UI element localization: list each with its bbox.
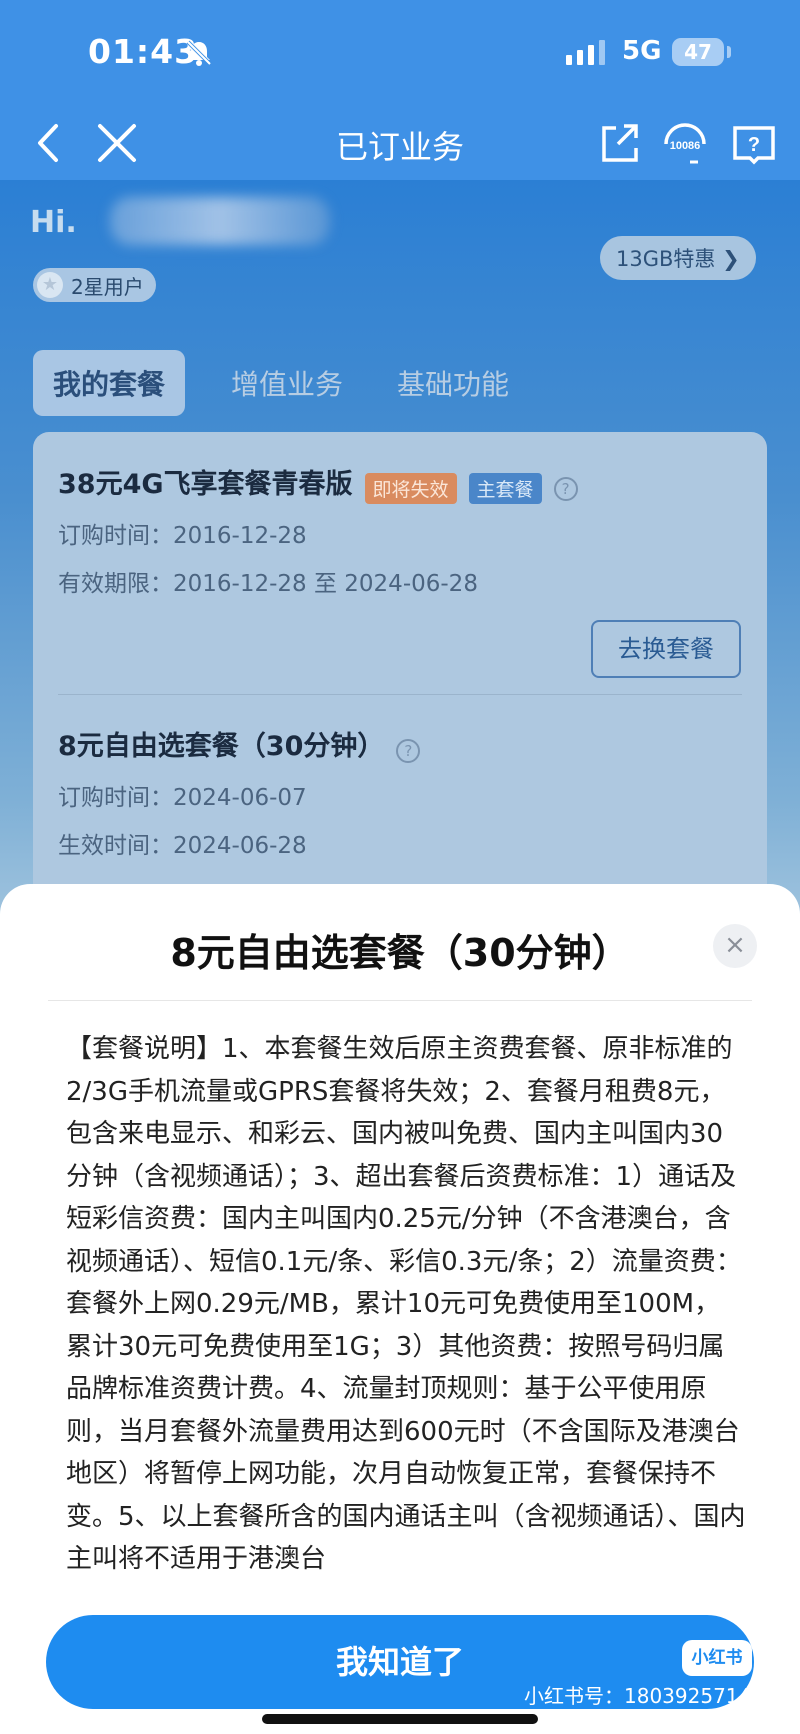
star-icon: ★ <box>37 272 63 298</box>
app-screen: 01:43 5G 47 已订业务 10086 ? Hi. ★ 2星用户 13GB… <box>0 0 800 1734</box>
plan-2-effective-row: 生效时间：2024-06-28 <box>58 826 307 860</box>
promo-button[interactable]: 13GB特惠 ❯ <box>600 236 756 280</box>
user-level: 2星用户 <box>71 274 144 299</box>
effective-label: 生效时间： <box>58 833 173 859</box>
plan-2-name: 8元自由选套餐（30分钟） <box>58 731 385 762</box>
watermark-text: 小红书号：18039257146 <box>524 1684 764 1708</box>
mute-bell-icon <box>184 38 214 72</box>
tab-basic-functions[interactable]: 基础功能 <box>377 350 529 416</box>
signal-icon <box>566 40 605 65</box>
valid-label: 有效期限： <box>58 571 173 597</box>
status-time: 01:43 <box>88 32 199 71</box>
help-book-icon[interactable]: ? <box>731 118 777 172</box>
plan-2-order-row: 订购时间：2024-06-07 <box>58 778 307 812</box>
main-plan-badge: 主套餐 <box>468 473 542 504</box>
change-plan-button[interactable]: 去换套餐 <box>591 620 741 678</box>
tab-value-added[interactable]: 增值业务 <box>211 350 363 416</box>
sheet-divider <box>48 1000 752 1001</box>
plan-1-header: 38元4G飞享套餐青春版 即将失效 主套餐? <box>58 462 578 504</box>
order-date: 2024-06-07 <box>173 785 307 811</box>
expiring-badge: 即将失效 <box>364 473 457 504</box>
plan-1-order-row: 订购时间：2016-12-28 <box>58 516 307 550</box>
sheet-title: 8元自由选套餐（30分钟） <box>170 931 630 975</box>
service-10086-icon[interactable]: 10086 <box>660 118 710 172</box>
home-indicator[interactable] <box>262 1714 538 1724</box>
plan-description: 【套餐说明】1、本套餐生效后原主资费套餐、原非标准的2/3G手机流量或GPRS套… <box>66 1034 746 1574</box>
plan-detail-sheet: 8元自由选套餐（30分钟） × 【套餐说明】1、本套餐生效后原主资费套餐、原非标… <box>0 884 800 1734</box>
plan-card: 38元4G飞享套餐青春版 即将失效 主套餐? 订购时间：2016-12-28 有效期… <box>33 432 767 912</box>
plan-2-header: 8元自由选套餐（30分钟）? <box>58 724 421 763</box>
svg-text:?: ? <box>748 134 760 156</box>
status-bar: 01:43 5G 47 <box>0 0 800 110</box>
nav-bar: 已订业务 10086 ? <box>0 110 800 180</box>
tab-bar: 我的套餐 增值业务 基础功能 <box>33 350 529 416</box>
order-label: 订购时间： <box>58 785 173 811</box>
order-label: 订购时间： <box>58 523 173 549</box>
user-level-badge: ★ 2星用户 <box>33 268 156 302</box>
divider <box>58 694 742 695</box>
battery-icon: 47 <box>672 38 724 66</box>
share-icon[interactable] <box>598 118 642 172</box>
user-greeting: Hi. <box>30 197 330 245</box>
network-type: 5G <box>622 36 662 66</box>
effective-date: 2024-06-28 <box>173 833 307 859</box>
close-icon[interactable]: × <box>713 924 757 968</box>
blurred-username <box>110 197 330 245</box>
svg-text:10086: 10086 <box>670 140 701 152</box>
tab-my-plan[interactable]: 我的套餐 <box>33 350 186 416</box>
battery-tip <box>727 46 731 58</box>
order-date: 2016-12-28 <box>173 523 307 549</box>
plan-1-valid-row: 有效期限：2016-12-28 至 2024-06-28 <box>58 564 478 598</box>
description-scroll[interactable]: 【套餐说明】1、本套餐生效后原主资费套餐、原非标准的2/3G手机流量或GPRS套… <box>66 1028 746 1688</box>
valid-range: 2016-12-28 至 2024-06-28 <box>173 571 478 597</box>
watermark-logo: 小红书 <box>682 1640 752 1676</box>
plan-1-name: 38元4G飞享套餐青春版 <box>58 469 353 500</box>
help-icon[interactable]: ? <box>553 476 578 501</box>
greeting-text: Hi. <box>30 205 77 240</box>
help-icon[interactable]: ? <box>396 738 421 763</box>
